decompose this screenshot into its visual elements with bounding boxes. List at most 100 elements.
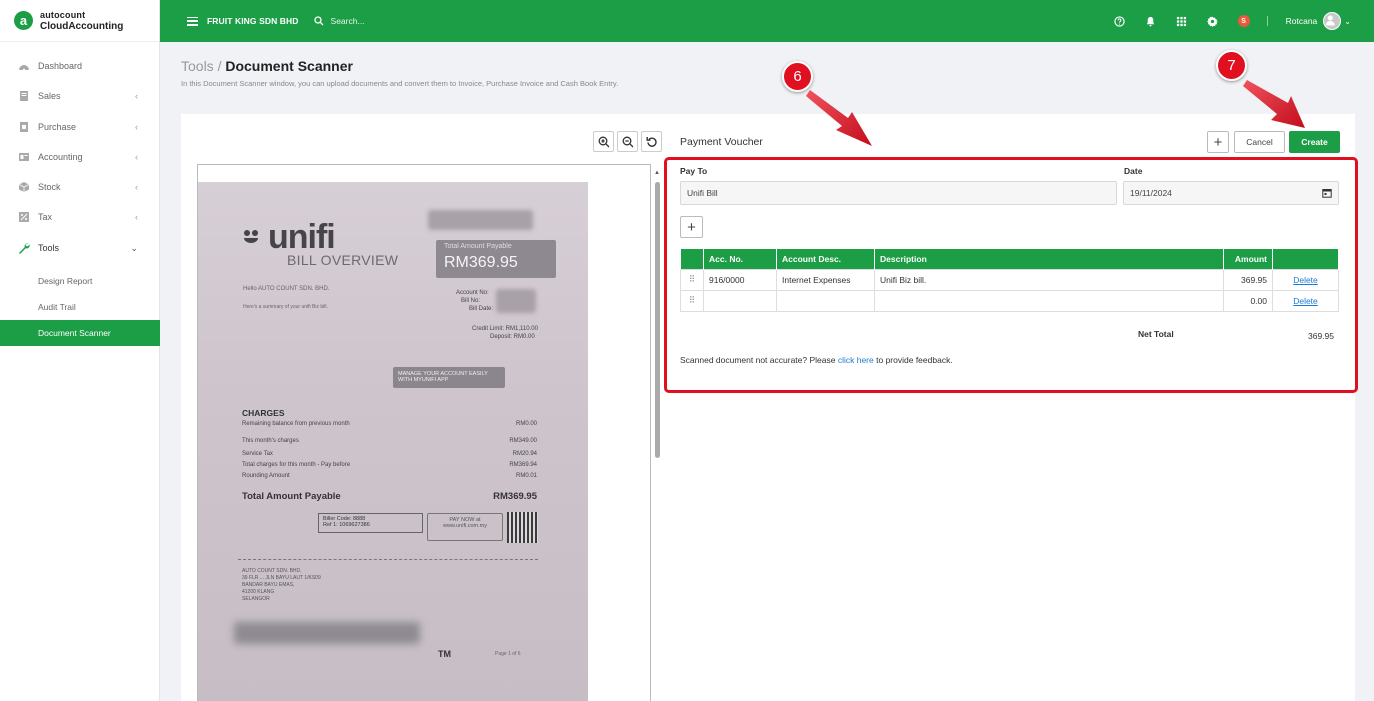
doc-charge-row: This month's charges RM349.00 (242, 438, 537, 444)
breadcrumb-parent[interactable]: Tools (181, 58, 214, 74)
doc-total-value: RM369.95 (493, 491, 537, 502)
menu-icon[interactable] (187, 16, 198, 26)
scroll-up-icon[interactable]: ▲ (654, 170, 660, 176)
doc-amount-value: RM369.95 (444, 254, 518, 271)
doc-charge-row: Total charges for this month - Pay befor… (242, 462, 537, 468)
doc-charge-value: RM369.94 (509, 462, 537, 468)
chevron-down-icon[interactable]: ⌄ (1344, 17, 1351, 26)
doc-address-line: SELANGOR (242, 596, 270, 602)
doc-bill-date: Bill Date: (469, 306, 494, 312)
doc-bill-overview: BILL OVERVIEW (287, 252, 399, 268)
doc-bill-no: Bill No: (461, 298, 481, 304)
doc-charge-row: Service Tax RM20.94 (242, 451, 537, 457)
sidebar-item-label: Tools (38, 243, 60, 253)
sidebar-item-tax[interactable]: Tax ‹ (0, 205, 160, 229)
doc-charge-value: RM0.00 (515, 421, 537, 427)
viewer-scrollbar[interactable]: ▲ (654, 166, 662, 701)
chevron-left-icon: ‹ (135, 91, 138, 101)
search-input[interactable] (330, 16, 531, 26)
doc-address-line: AUTO COUNT SDN. BHD. (242, 568, 302, 574)
unifi-dots-icon (244, 230, 258, 243)
scrollbar-thumb[interactable] (655, 182, 660, 458)
doc-charge-label: Remaining balance from previous month (242, 421, 350, 427)
doc-charge-value: RM20.94 (512, 451, 537, 457)
doc-amount-box: Total Amount Payable RM369.95 (436, 240, 556, 278)
username[interactable]: Rotcana (1286, 16, 1318, 26)
doc-header-blur (428, 210, 533, 230)
doc-address: AUTO COUNT SDN. BHD. 39 FLR ... JLN BAYU… (242, 568, 321, 603)
sidebar-item-label: Purchase (38, 122, 77, 132)
sidebar-item-accounting[interactable]: Accounting ‹ (0, 145, 160, 169)
doc-bottom-blur (234, 622, 420, 644)
doc-total-label: Total Amount Payable (242, 491, 341, 502)
doc-charge-row: Remaining balance from previous month RM0… (242, 421, 537, 427)
gear-icon[interactable] (1207, 15, 1219, 27)
sidebar-subitem-audit-trail[interactable]: Audit Trail (0, 295, 160, 319)
doc-charge-label: Total charges for this month - Pay befor… (242, 462, 351, 468)
sidebar-item-sales[interactable]: Sales ‹ (0, 84, 160, 108)
zoom-in-icon (598, 136, 609, 147)
top-bar: FRUIT KING SDN BHD S Rotcana ⌄ (160, 0, 1374, 42)
create-button[interactable]: Create (1289, 131, 1340, 153)
doc-charge-row: Rounding Amount RM0.01 (242, 473, 537, 479)
doc-charges-title: CHARGES (242, 408, 285, 418)
wrench-icon (18, 242, 30, 254)
sidebar-item-label: Dashboard (38, 61, 83, 71)
cancel-button[interactable]: Cancel (1234, 131, 1285, 153)
sidebar-item-stock[interactable]: Stock ‹ (0, 175, 160, 199)
chevron-left-icon: ‹ (135, 152, 138, 162)
page-title: Document Scanner (225, 58, 353, 74)
doc-divider (238, 559, 538, 560)
doc-manage-box: MANAGE YOUR ACCOUNT EASILY WITH MYUNIFI … (393, 367, 505, 388)
doc-hello: Hello AUTO COUNT SDN. BHD. (243, 286, 330, 292)
sidebar-item-label: Stock (38, 182, 61, 192)
page-subtitle: In this Document Scanner window, you can… (181, 79, 619, 88)
doc-address-line: BANDAR BAYU EMAS, (242, 582, 295, 588)
reset-rotate-button[interactable] (641, 131, 662, 152)
sidebar-subitem-design-report[interactable]: Design Report (0, 269, 160, 293)
logo-bottom-text: CloudAccounting (40, 20, 124, 32)
doc-address-line: 39 FLR ... JLN BAYU LAUT 1/KS09 (242, 575, 321, 581)
zoom-out-button[interactable] (617, 131, 638, 152)
sidebar-item-label: Accounting (38, 152, 83, 162)
doc-paynow-box: PAY NOW at www.unifi.com.my (427, 513, 503, 541)
purchase-icon (18, 121, 30, 133)
form-title: Payment Voucher (680, 136, 763, 148)
highlight-box (664, 157, 1358, 393)
zoom-out-icon (622, 136, 633, 147)
rotate-left-icon (646, 136, 657, 147)
add-button[interactable]: + (1207, 131, 1229, 153)
doc-amount-label: Total Amount Payable (444, 243, 512, 250)
breadcrumb: Tools / Document Scanner (181, 58, 353, 74)
chevron-left-icon: ‹ (135, 122, 138, 132)
avatar[interactable] (1323, 12, 1342, 30)
doc-total-row: Total Amount Payable RM369.95 (242, 491, 537, 502)
apps-grid-icon[interactable] (1176, 15, 1188, 27)
callout-6: 6 (782, 61, 813, 92)
logo-mark: a (14, 11, 33, 30)
breadcrumb-separator: / (217, 58, 222, 74)
app-logo[interactable]: a autocount CloudAccounting (0, 0, 159, 42)
search-icon (313, 16, 323, 26)
sidebar-subitem-document-scanner[interactable]: Document Scanner (0, 320, 160, 346)
viewer-toolbar (593, 131, 665, 152)
sidebar-item-dashboard[interactable]: Dashboard (0, 54, 160, 78)
bell-icon[interactable] (1145, 15, 1157, 27)
subscription-badge[interactable]: S (1237, 15, 1250, 27)
dashboard-icon (18, 60, 30, 72)
sidebar-item-purchase[interactable]: Purchase ‹ (0, 115, 160, 139)
doc-charge-label: This month's charges (242, 438, 299, 444)
chevron-left-icon: ‹ (135, 212, 138, 222)
accounting-icon (18, 151, 30, 163)
company-name[interactable]: FRUIT KING SDN BHD (207, 16, 299, 26)
tax-icon (18, 211, 30, 223)
help-icon[interactable] (1114, 15, 1126, 27)
doc-biller-ref: Ref 1: 1069627386 (323, 522, 370, 528)
sales-icon (18, 90, 30, 102)
doc-account-blur (496, 289, 536, 313)
doc-deposit: Deposit: RM0.00 (490, 334, 535, 340)
doc-summary: Here's a summary of your unifi Biz bill. (243, 304, 328, 310)
zoom-in-button[interactable] (593, 131, 614, 152)
chevron-down-icon: ⌄ (130, 243, 138, 253)
sidebar-item-tools[interactable]: Tools ⌄ (0, 236, 160, 260)
